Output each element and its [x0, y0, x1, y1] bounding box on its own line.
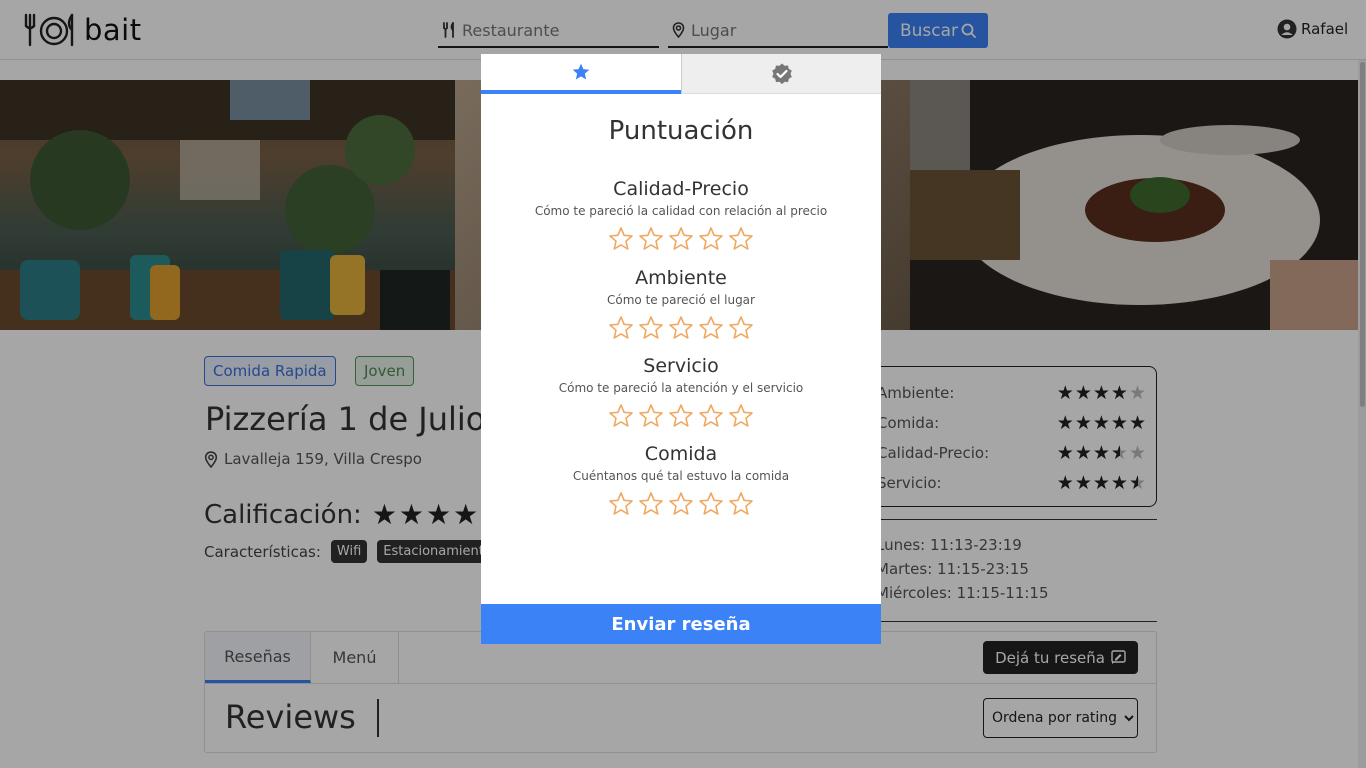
- star-outline-icon[interactable]: [668, 491, 694, 517]
- category-title: Servicio: [643, 355, 719, 377]
- modal-title: Puntuación: [608, 116, 754, 146]
- verified-badge-icon: [771, 63, 792, 84]
- app-root: bait Buscar: [0, 0, 1366, 768]
- star-outline-icon[interactable]: [728, 491, 754, 517]
- star-rating-input[interactable]: [481, 491, 881, 517]
- star-outline-icon[interactable]: [668, 403, 694, 429]
- category-title: Comida: [644, 443, 718, 465]
- modal-tab-rating[interactable]: [481, 54, 681, 94]
- category-subtitle: Cómo te pareció el lugar: [607, 293, 755, 307]
- star-outline-icon[interactable]: [608, 403, 634, 429]
- submit-review-button[interactable]: Enviar reseña: [481, 604, 881, 644]
- star-outline-icon[interactable]: [668, 315, 694, 341]
- category-subtitle: Cómo te pareció la calidad con relación …: [534, 204, 828, 218]
- star-outline-icon[interactable]: [728, 226, 754, 252]
- star-outline-icon[interactable]: [608, 491, 634, 517]
- star-icon: [572, 63, 590, 80]
- star-outline-icon[interactable]: [638, 226, 664, 252]
- modal-tab-verified[interactable]: [681, 54, 881, 94]
- star-outline-icon[interactable]: [608, 226, 634, 252]
- star-outline-icon[interactable]: [638, 315, 664, 341]
- star-outline-icon[interactable]: [698, 226, 724, 252]
- star-outline-icon[interactable]: [698, 315, 724, 341]
- category-subtitle: Cuéntanos qué tal estuvo la comida: [572, 469, 790, 483]
- star-outline-icon[interactable]: [698, 491, 724, 517]
- rating-category-calidad-precio: Calidad-Precio Cómo te pareció la calida…: [481, 178, 881, 252]
- review-modal: Puntuación Calidad-Precio Cómo te pareci…: [481, 54, 881, 644]
- star-outline-icon[interactable]: [668, 226, 694, 252]
- category-title: Calidad-Precio: [613, 178, 749, 200]
- rating-category-servicio: Servicio Cómo te pareció la atención y e…: [481, 355, 881, 429]
- star-outline-icon[interactable]: [638, 491, 664, 517]
- star-outline-icon[interactable]: [638, 403, 664, 429]
- star-rating-input[interactable]: [481, 315, 881, 341]
- rating-category-ambiente: Ambiente Cómo te pareció el lugar: [481, 267, 881, 341]
- star-rating-input[interactable]: [481, 226, 881, 252]
- rating-category-comida: Comida Cuéntanos qué tal estuvo la comid…: [481, 443, 881, 517]
- star-outline-icon[interactable]: [728, 403, 754, 429]
- star-outline-icon[interactable]: [608, 315, 634, 341]
- star-outline-icon[interactable]: [728, 315, 754, 341]
- star-outline-icon[interactable]: [698, 403, 724, 429]
- star-rating-input[interactable]: [481, 403, 881, 429]
- category-title: Ambiente: [635, 267, 727, 289]
- category-subtitle: Cómo te pareció la atención y el servici…: [558, 381, 804, 395]
